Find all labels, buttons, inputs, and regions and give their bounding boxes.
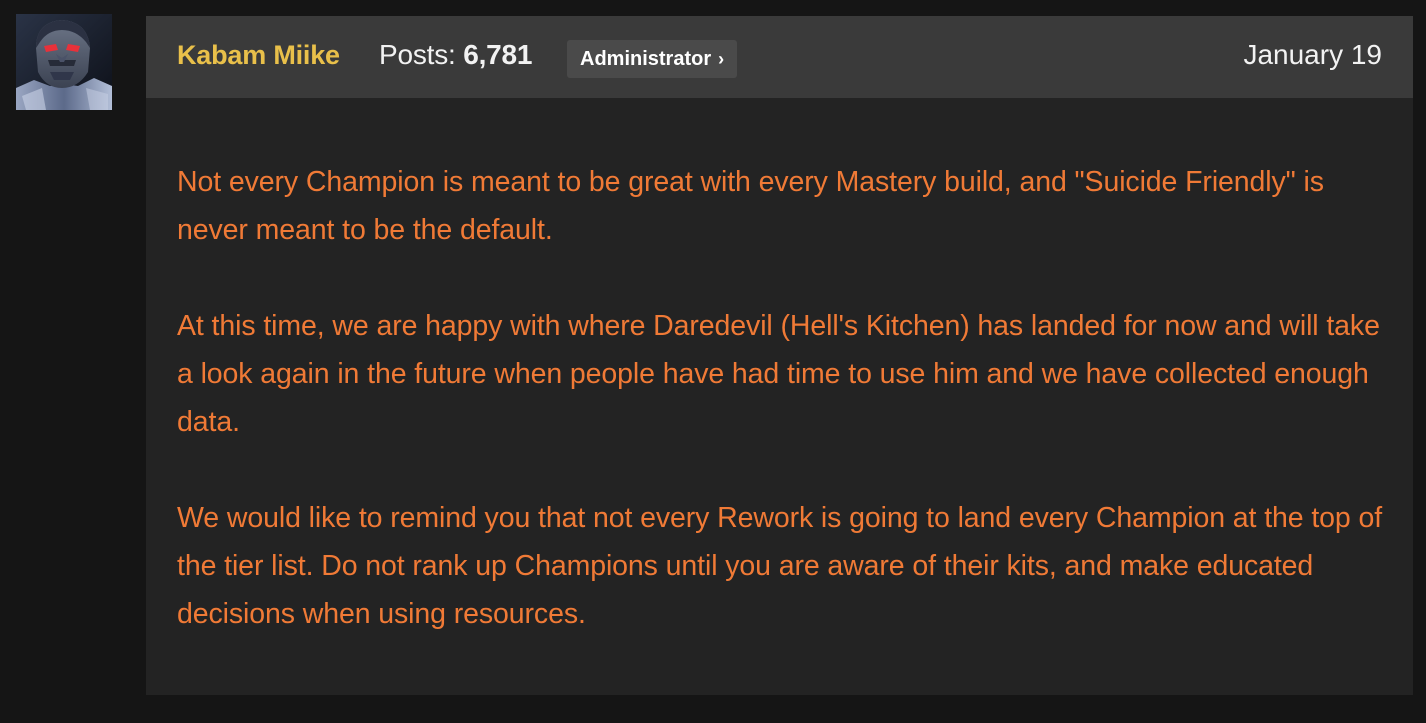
- post-paragraph: At this time, we are happy with where Da…: [177, 310, 1380, 438]
- post-card: Kabam Miike Posts: 6,781 Administrator ›…: [146, 16, 1413, 695]
- post-paragraph: We would like to remind you that not eve…: [177, 502, 1383, 630]
- post-body: Not every Champion is meant to be great …: [177, 158, 1392, 686]
- role-badge[interactable]: Administrator ›: [567, 40, 738, 78]
- chevron-right-icon: ›: [713, 49, 725, 69]
- post-paragraph: Not every Champion is meant to be great …: [177, 166, 1324, 246]
- avatar[interactable]: [16, 14, 112, 110]
- post-header: Kabam Miike Posts: 6,781 Administrator ›…: [146, 16, 1413, 98]
- role-label: Administrator: [580, 48, 712, 70]
- posts-count-value: 6,781: [463, 39, 533, 70]
- champion-portrait-avatar: [16, 14, 112, 110]
- posts-label: Posts:: [379, 39, 456, 70]
- post-count: Posts: 6,781: [379, 39, 532, 71]
- author-name-link[interactable]: Kabam Miike: [177, 40, 340, 71]
- post-date[interactable]: January 19: [1243, 39, 1382, 71]
